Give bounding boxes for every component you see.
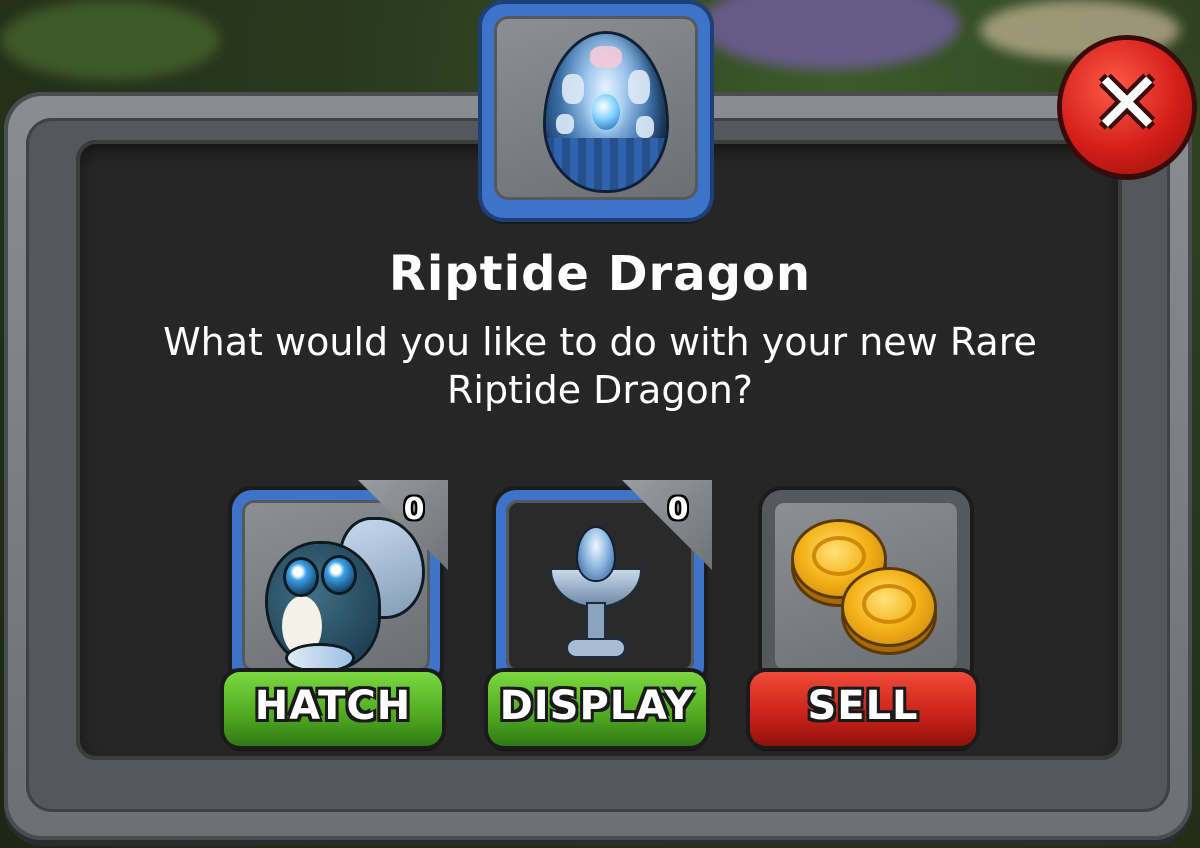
display-count: 0 [667,492,689,527]
fountain-egg [578,528,614,580]
close-button[interactable]: ✕ [1062,40,1192,174]
display-button[interactable]: DISPLAY [488,672,706,746]
riptide-egg-icon [546,34,666,190]
egg-holder [482,4,710,218]
background-decor [0,0,220,80]
egg-spot [636,116,654,138]
egg-gem [592,94,620,130]
hatch-card[interactable]: 0 [232,480,448,686]
hatch-button[interactable]: HATCH [224,672,442,746]
close-icon: ✕ [1090,54,1164,154]
dragon-fin [288,646,352,670]
display-card[interactable]: 0 [496,480,712,686]
background-decor [700,0,960,70]
fountain-stem [588,604,604,644]
dialog-message: What would you like to do with your new … [163,320,1037,412]
gold-coin [844,570,934,644]
dragon-eye [324,558,354,592]
egg-spot [628,70,650,104]
sell-button[interactable]: SELL [750,672,976,746]
egg-band [546,138,666,190]
fountain-base [568,640,624,656]
egg-spot [556,114,574,134]
egg-holder-stone [494,16,698,200]
dialog-title: Riptide Dragon [388,246,812,302]
sell-card-stone [772,500,960,672]
egg-spot [562,74,584,104]
hatch-count: 0 [403,492,425,527]
dragon-eye [286,560,316,594]
sell-card[interactable] [762,490,970,686]
egg-spot [590,46,622,68]
